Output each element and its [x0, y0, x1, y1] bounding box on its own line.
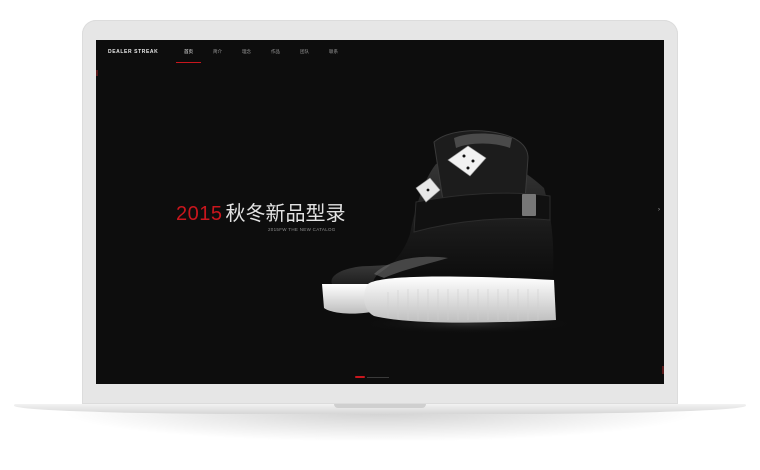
laptop-shadow: [60, 412, 700, 442]
brand-logo[interactable]: DEALER STREAK: [108, 49, 158, 55]
nav-item-contact[interactable]: 联系: [319, 48, 348, 63]
next-slide-icon[interactable]: ›: [658, 207, 662, 213]
nav-item-home[interactable]: 首页: [174, 48, 203, 63]
edge-marker: [662, 366, 664, 374]
nav-item-concept[interactable]: 理念: [232, 48, 261, 63]
nav-item-team[interactable]: 团队: [290, 48, 319, 63]
sneaker-image: [322, 130, 568, 334]
hero-year: 2015: [176, 203, 223, 225]
pager-dot-active[interactable]: [355, 376, 365, 378]
nav-item-intro[interactable]: 简介: [203, 48, 232, 63]
laptop-notch: [334, 404, 426, 408]
pager-dot[interactable]: [367, 376, 389, 378]
website-screen: DEALER STREAK 首页 简介 理念 作品 团队 联系 2015 秋冬新品…: [96, 40, 664, 384]
slide-pager: [355, 376, 389, 378]
main-nav: 首页 简介 理念 作品 团队 联系: [174, 48, 348, 63]
nav-item-works[interactable]: 作品: [261, 48, 290, 63]
edge-marker: [96, 70, 98, 76]
